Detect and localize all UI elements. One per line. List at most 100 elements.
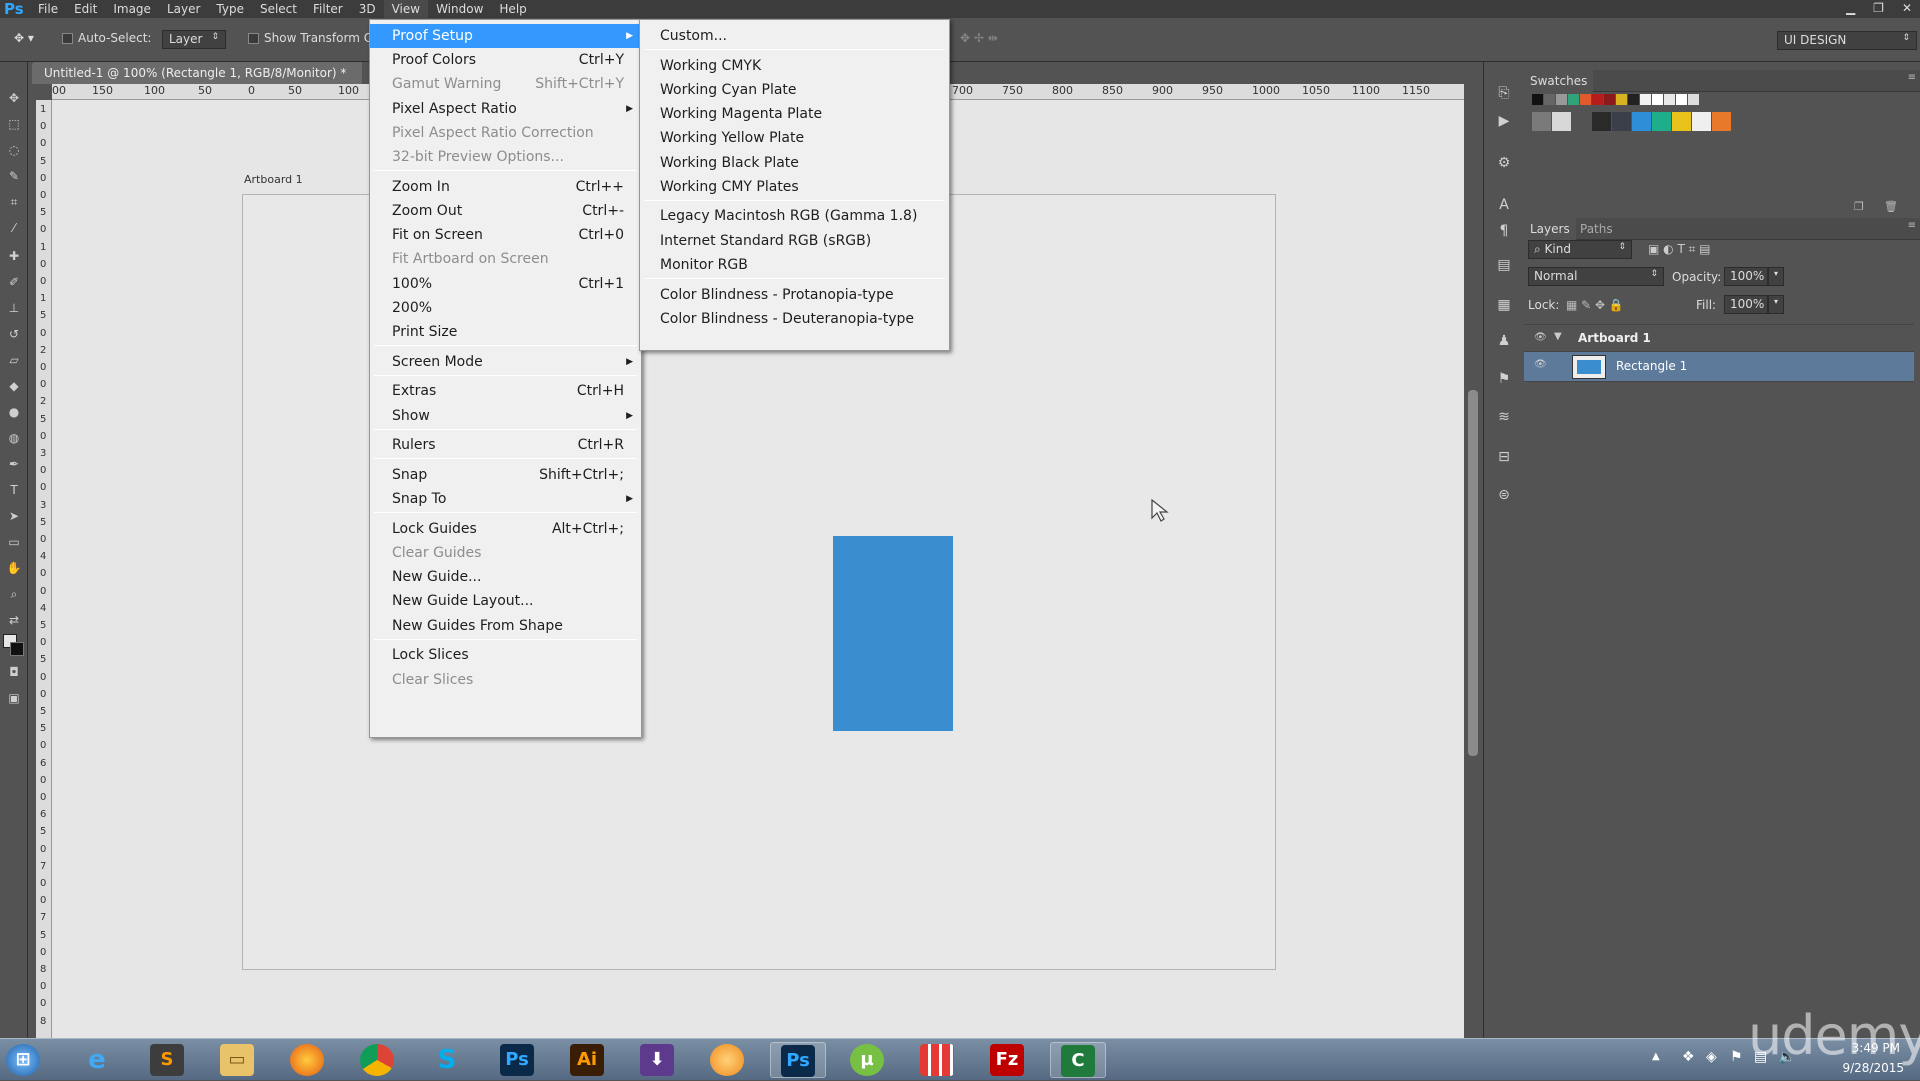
view-menu-item[interactable]: Screen Mode ▶: [370, 350, 641, 374]
vertical-scrollbar[interactable]: [1464, 84, 1482, 1038]
stamp-tool-icon[interactable]: ⊥: [5, 300, 23, 316]
proof-setup-item[interactable]: Working CMYK: [640, 54, 949, 78]
taskbar-photoshop[interactable]: Ps: [490, 1042, 546, 1078]
clone-source-icon[interactable]: ♟: [1495, 332, 1513, 350]
screen-mode-icon[interactable]: ▣: [5, 690, 23, 706]
taskbar-skype[interactable]: S: [420, 1042, 476, 1078]
layer-filter-dropdown[interactable]: ⌕ Kind ⇕: [1528, 240, 1632, 259]
color-swatch[interactable]: [1612, 112, 1631, 131]
proof-setup-item[interactable]: Working Yellow Plate: [640, 126, 949, 150]
proof-setup-item[interactable]: Working Magenta Plate: [640, 102, 949, 126]
taskbar-firefox[interactable]: [280, 1042, 336, 1078]
view-menu-item[interactable]: Show ▶: [370, 404, 641, 428]
color-swatch[interactable]: [1676, 94, 1687, 105]
taskbar-illustrator[interactable]: Ai: [560, 1042, 616, 1078]
view-menu-item[interactable]: Proof Colors Ctrl+Y: [370, 48, 641, 72]
color-swatch[interactable]: [1572, 112, 1591, 131]
taskbar-downloader[interactable]: ⬇: [630, 1042, 686, 1078]
proof-setup-item[interactable]: Working Cyan Plate: [640, 78, 949, 102]
scrollbar-thumb[interactable]: [1468, 390, 1478, 756]
proof-setup-item[interactable]: Legacy Macintosh RGB (Gamma 1.8): [640, 204, 949, 228]
menu-view[interactable]: View: [383, 0, 429, 18]
tab-paths[interactable]: Paths: [1574, 218, 1619, 240]
artboard-label[interactable]: Artboard 1: [244, 173, 303, 186]
menu-type[interactable]: Type: [208, 0, 252, 18]
color-swatch[interactable]: [1712, 112, 1731, 131]
minimize-icon[interactable]: ▁: [1846, 0, 1855, 16]
fill-slider-toggle[interactable]: ▾: [1768, 295, 1784, 314]
tab-swatches[interactable]: Swatches: [1524, 70, 1594, 92]
taskbar-chrome[interactable]: [350, 1042, 406, 1078]
close-icon[interactable]: ✕: [1902, 0, 1912, 16]
opacity-slider-toggle[interactable]: ▾: [1768, 267, 1784, 286]
color-swatch[interactable]: [1592, 112, 1611, 131]
show-transform-checkbox[interactable]: Show Transform C: [248, 31, 372, 45]
view-menu-item[interactable]: Lock Slices: [370, 643, 641, 667]
properties-icon[interactable]: ▦: [1495, 296, 1513, 314]
3d-mode-icons[interactable]: ✥ ✢ ⇹: [960, 31, 998, 45]
rectangle-shape[interactable]: [833, 536, 953, 731]
color-swatch[interactable]: [1652, 94, 1663, 105]
auto-select-checkbox[interactable]: Auto-Select:: [62, 31, 151, 45]
view-menu-item[interactable]: Fit on Screen Ctrl+0: [370, 223, 641, 247]
rectangle-tool-icon[interactable]: ▭: [5, 534, 23, 550]
menu-image[interactable]: Image: [105, 0, 159, 18]
move-tool-icon[interactable]: ✥: [5, 90, 23, 106]
taskbar-orange-app[interactable]: [700, 1042, 756, 1078]
workspace-dropdown[interactable]: UI DESIGN ⇕: [1777, 31, 1917, 50]
collapse-triangle-icon[interactable]: ▼: [1554, 331, 1562, 342]
menu-filter[interactable]: Filter: [305, 0, 351, 18]
blur-tool-icon[interactable]: ●: [5, 404, 23, 420]
paragraph-icon[interactable]: ¶: [1495, 222, 1513, 240]
quick-select-tool-icon[interactable]: ✎: [5, 168, 23, 184]
taskbar-filezilla[interactable]: Fz: [980, 1042, 1036, 1078]
view-menu-item[interactable]: Proof Setup ▶: [370, 24, 641, 48]
color-swatch[interactable]: [1672, 112, 1691, 131]
color-swatch[interactable]: [1628, 94, 1639, 105]
view-menu-item[interactable]: 200%: [370, 296, 641, 320]
type-tool-icon[interactable]: T: [5, 482, 23, 498]
view-menu-item[interactable]: New Guide...: [370, 565, 641, 589]
color-swatch[interactable]: [1556, 94, 1567, 105]
crop-tool-icon[interactable]: ⌗: [5, 194, 23, 210]
panel-menu-icon[interactable]: ≡: [1908, 220, 1916, 231]
menu-layer[interactable]: Layer: [159, 0, 208, 18]
color-swatch[interactable]: [1692, 112, 1711, 131]
adjustments-icon[interactable]: ⚙: [1495, 154, 1513, 172]
proof-setup-item[interactable]: Working Black Plate: [640, 151, 949, 175]
menu-3d[interactable]: 3D: [351, 0, 384, 18]
hand-tool-icon[interactable]: ✋: [5, 560, 23, 576]
view-menu-item[interactable]: Pixel Aspect Ratio ▶: [370, 97, 641, 121]
tab-layers[interactable]: Layers: [1524, 218, 1576, 240]
taskbar-utorrent[interactable]: µ: [840, 1042, 896, 1078]
move-tool-icon[interactable]: ✥ ▾: [14, 31, 34, 45]
menu-window[interactable]: Window: [428, 0, 491, 18]
brush-presets-icon[interactable]: ⚑: [1495, 370, 1513, 388]
dropbox-icon[interactable]: ❖: [1682, 1049, 1695, 1065]
visibility-eye-icon[interactable]: 👁: [1534, 359, 1548, 373]
view-menu-item[interactable]: 100% Ctrl+1: [370, 272, 641, 296]
color-swatch[interactable]: [1580, 94, 1591, 105]
swap-colors-icon[interactable]: ⇄: [5, 612, 23, 628]
color-swatch[interactable]: [1640, 94, 1651, 105]
color-swatch[interactable]: [1652, 112, 1671, 131]
color-swatch[interactable]: [1552, 112, 1571, 131]
background-color-swatch[interactable]: [10, 642, 24, 656]
menu-file[interactable]: File: [30, 0, 66, 18]
info-icon[interactable]: ⊜: [1495, 486, 1513, 504]
proof-setup-item[interactable]: Color Blindness - Deuteranopia-type: [640, 307, 949, 331]
color-swatch[interactable]: [1604, 94, 1615, 105]
pen-tool-icon[interactable]: ✒: [5, 456, 23, 472]
dodge-tool-icon[interactable]: ◍: [5, 430, 23, 446]
proof-setup-item[interactable]: Internet Standard RGB (sRGB): [640, 229, 949, 253]
menu-edit[interactable]: Edit: [66, 0, 105, 18]
quick-mask-icon[interactable]: ◘: [5, 664, 23, 680]
lock-icons[interactable]: ▦ ✎ ✥ 🔒: [1566, 298, 1624, 312]
layer-row-rectangle[interactable]: 👁 Rectangle 1: [1524, 352, 1914, 382]
eraser-tool-icon[interactable]: ▱: [5, 352, 23, 368]
filter-type-icons[interactable]: ▣ ◐ T ⌗ ▤: [1648, 242, 1711, 257]
color-swatch[interactable]: [1592, 94, 1603, 105]
taskbar-sublime[interactable]: S: [140, 1042, 196, 1078]
view-menu-item[interactable]: Zoom In Ctrl++: [370, 175, 641, 199]
taskbar-metro[interactable]: [910, 1042, 966, 1078]
